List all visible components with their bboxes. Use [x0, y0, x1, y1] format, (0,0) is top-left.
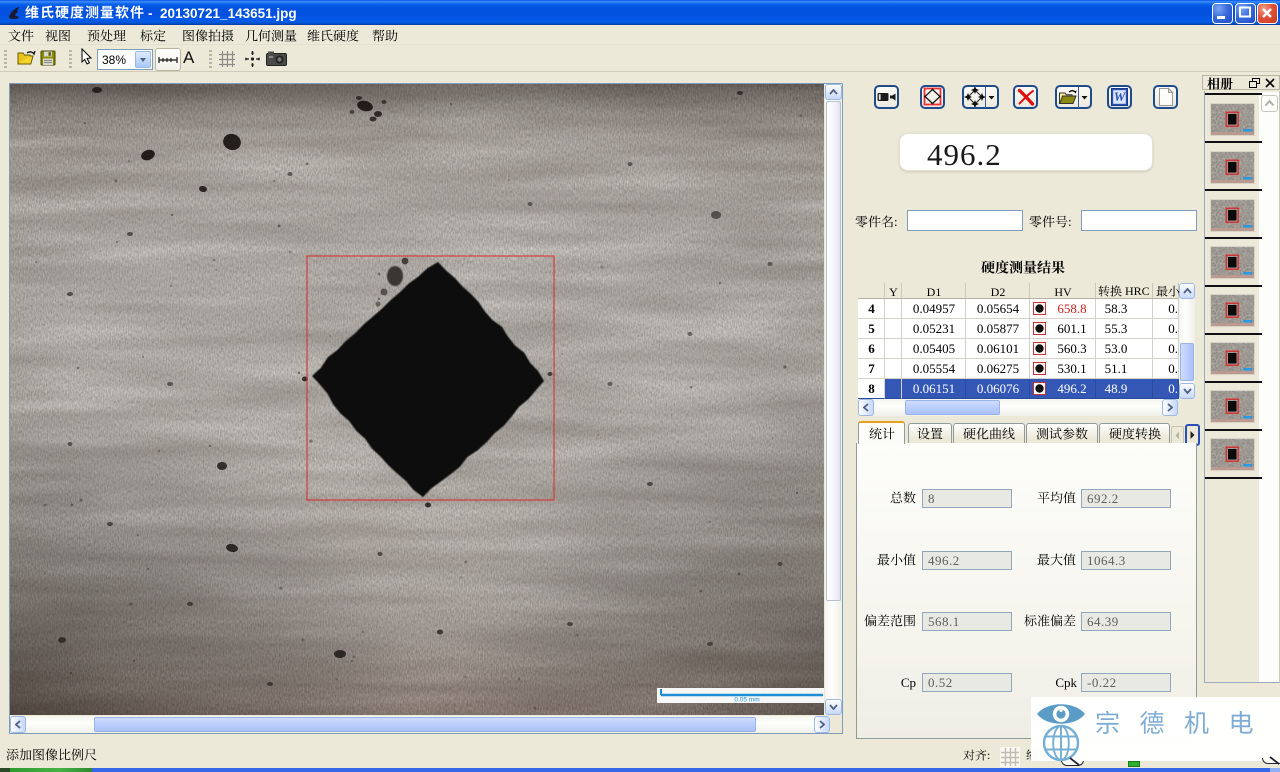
- svg-text:0.05 mm: 0.05 mm: [734, 697, 759, 704]
- svg-text:W: W: [1114, 89, 1127, 104]
